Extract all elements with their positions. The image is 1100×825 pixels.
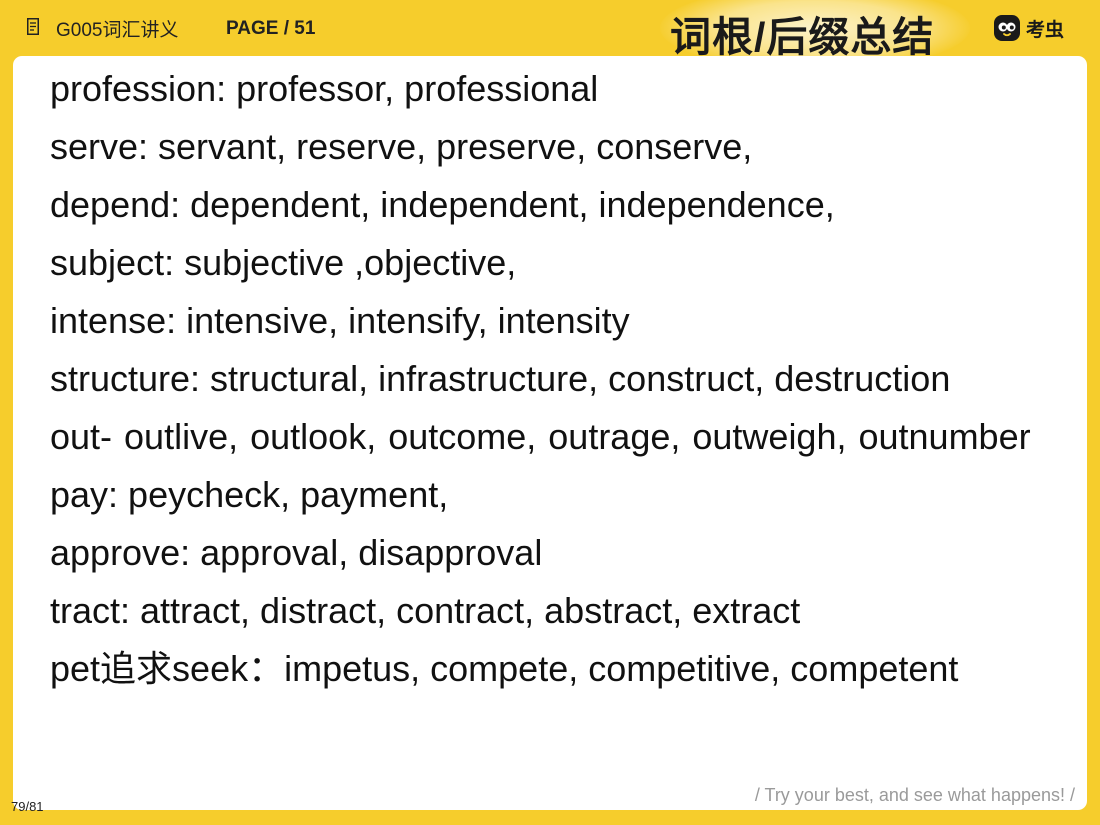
kaochong-logo-icon (994, 15, 1020, 41)
list-item: pay: peycheck, payment, (50, 474, 449, 515)
slide-header: G005词汇讲义 PAGE / 51 词根/后缀总结 考虫 (0, 0, 1100, 70)
list-item: serve: servant, reserve, preserve, conse… (50, 126, 753, 167)
list-item: pet追求seek：impetus, compete, competitive,… (50, 648, 959, 689)
list-item: approve: approval, disapproval (50, 532, 543, 573)
logo-text: 考虫 (1026, 20, 1065, 41)
content-card: profession: professor, professional serv… (13, 56, 1087, 810)
list-item: tract: attract, distract, contract, abst… (50, 590, 801, 631)
list-item: depend: dependent, independent, independ… (50, 184, 835, 225)
list-item: profession: professor, professional (50, 68, 599, 109)
slide-number: 79/81 (11, 799, 44, 814)
word-root-list: profession: professor, professional serv… (50, 66, 1060, 704)
slide-title: 词根/后缀总结 (670, 14, 935, 60)
list-item: intense: intensive, intensify, intensity (50, 300, 630, 341)
page-label: PAGE / 51 (226, 18, 316, 39)
list-item: structure: structural, infrastructure, c… (50, 358, 951, 399)
list-item: out- outlive, outlook, outcome, outrage,… (50, 416, 1031, 457)
document-icon (27, 18, 39, 35)
list-item: subject: subjective ,objective, (50, 242, 517, 283)
motto-text: / Try your best, and see what happens! / (754, 785, 1075, 805)
course-title: G005词汇讲义 (56, 20, 179, 41)
